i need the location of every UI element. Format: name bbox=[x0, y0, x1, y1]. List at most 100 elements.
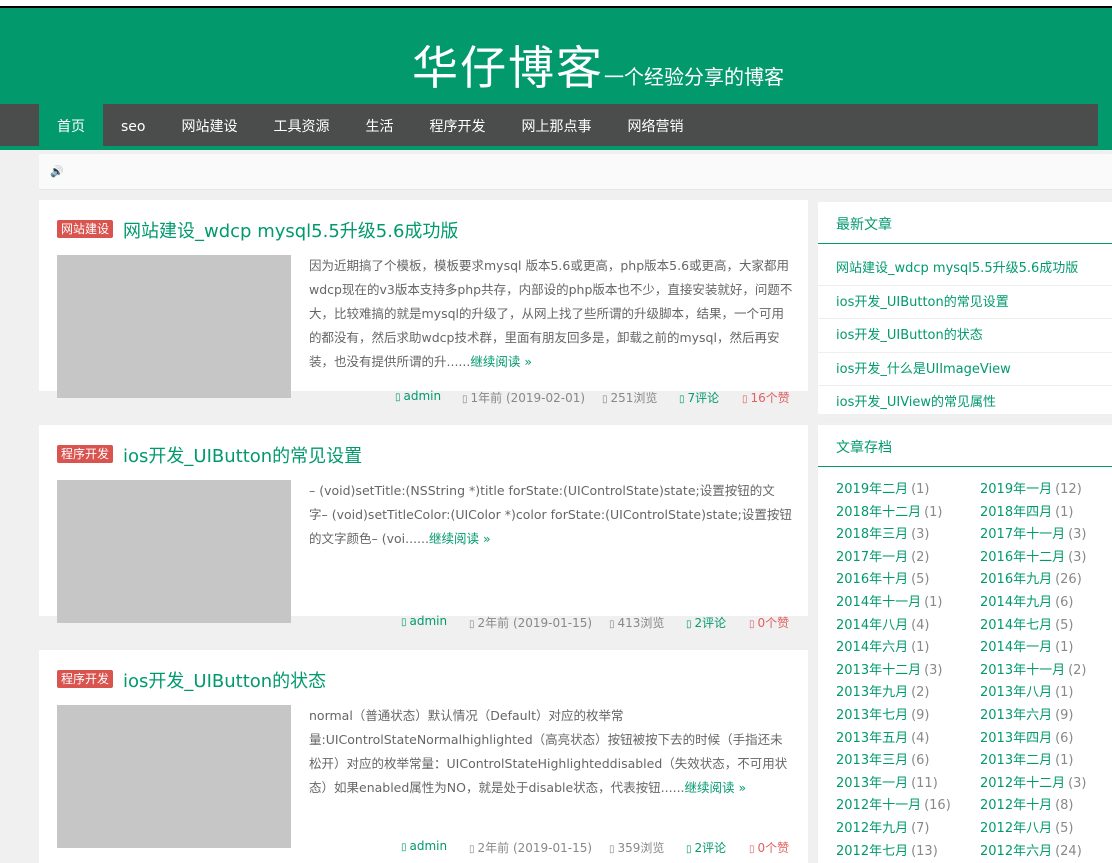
archive-item[interactable]: 2012年十月 (8) bbox=[980, 795, 1112, 818]
post-likes[interactable]: ▯ 16个赞 bbox=[742, 389, 790, 405]
post-comments[interactable]: ▯ 2评论 bbox=[686, 614, 726, 630]
post-date: ▯ 2年前 (2019-01-15) bbox=[469, 841, 593, 855]
archive-item[interactable]: 2016年十二月 (3) bbox=[980, 547, 1112, 570]
archive-item[interactable]: 2019年二月 (1) bbox=[836, 479, 980, 502]
category-badge[interactable]: 网站建设 bbox=[57, 220, 114, 238]
archive-count: (5) bbox=[1055, 617, 1074, 633]
archive-item[interactable]: 2013年十一月 (2) bbox=[980, 660, 1112, 683]
archive-item[interactable]: 2013年六月 (9) bbox=[980, 705, 1112, 728]
post-author[interactable]: ▯ admin bbox=[395, 389, 441, 405]
user-icon: ▯ bbox=[401, 617, 407, 628]
nav-item-web-building[interactable]: 网站建设 bbox=[163, 104, 255, 150]
archive-item[interactable]: 2018年四月 (1) bbox=[980, 502, 1112, 525]
read-more-link[interactable]: 继续阅读 » bbox=[470, 354, 532, 369]
post-comments[interactable]: ▯ 7评论 bbox=[679, 389, 719, 405]
nav-item-home[interactable]: 首页 bbox=[39, 104, 103, 150]
recent-post-link[interactable]: ios开发_UIButton的常见设置 bbox=[818, 286, 1112, 319]
archive-item[interactable]: 2014年一月 (1) bbox=[980, 637, 1112, 660]
archive-count: (5) bbox=[1055, 820, 1074, 836]
archive-item[interactable]: 2013年十二月 (3) bbox=[836, 660, 980, 683]
post-views: ▯ 413浏览 bbox=[609, 616, 665, 630]
archive-month: 2019年二月 bbox=[836, 482, 909, 497]
post-title[interactable]: 网站建设_wdcp mysql5.5升级5.6成功版 bbox=[123, 217, 458, 243]
archive-count: (6) bbox=[1055, 594, 1074, 610]
nav-item-seo[interactable]: seo bbox=[103, 104, 163, 150]
archive-item[interactable]: 2013年八月 (1) bbox=[980, 682, 1112, 705]
archive-item[interactable]: 2018年三月 (3) bbox=[836, 524, 980, 547]
post-date: ▯ 2年前 (2019-01-15) bbox=[469, 616, 593, 630]
archive-month: 2013年二月 bbox=[980, 753, 1053, 769]
excerpt-text: – (void)setTitle:(NSString *)title forSt… bbox=[309, 483, 792, 546]
archive-count: (9) bbox=[1055, 707, 1074, 723]
archive-item[interactable]: 2014年十一月 (1) bbox=[836, 592, 980, 615]
archive-month: 2012年十月 bbox=[980, 798, 1053, 814]
user-icon: ▯ bbox=[401, 842, 407, 853]
post-thumbnail[interactable] bbox=[57, 705, 291, 848]
archive-item[interactable]: 2014年九月 (6) bbox=[980, 592, 1112, 615]
recent-post-link[interactable]: ios开发_什么是UIImageView bbox=[818, 353, 1112, 386]
archive-month: 2014年十一月 bbox=[836, 594, 922, 610]
archive-item[interactable]: 2013年九月 (2) bbox=[836, 682, 980, 705]
archive-item[interactable]: 2014年七月 (5) bbox=[980, 615, 1112, 638]
post-likes[interactable]: ▯ 0个赞 bbox=[749, 839, 789, 855]
archive-item[interactable]: 2019年一月 (12) bbox=[980, 479, 1112, 502]
post-thumbnail[interactable] bbox=[57, 480, 291, 623]
archive-item[interactable]: 2013年七月 (9) bbox=[836, 705, 980, 728]
post-author[interactable]: ▯ admin bbox=[401, 839, 447, 855]
archive-item[interactable]: 2012年十一月 (16) bbox=[836, 795, 980, 818]
archive-count: (16) bbox=[924, 798, 951, 814]
archive-item[interactable]: 2014年八月 (4) bbox=[836, 615, 980, 638]
clock-icon: ▯ bbox=[469, 844, 475, 855]
archive-item[interactable]: 2013年四月 (6) bbox=[980, 728, 1112, 751]
category-badge[interactable]: 程序开发 bbox=[57, 445, 114, 463]
comment-icon: ▯ bbox=[686, 844, 692, 855]
archive-count: (2) bbox=[911, 549, 930, 565]
archive-item[interactable]: 2017年十一月 (3) bbox=[980, 524, 1112, 547]
archive-item[interactable]: 2016年九月 (26) bbox=[980, 569, 1112, 592]
archive-item[interactable]: 2013年三月 (6) bbox=[836, 750, 980, 773]
archive-month: 2013年十一月 bbox=[980, 662, 1066, 678]
archive-item[interactable]: 2012年八月 (5) bbox=[980, 818, 1112, 841]
post-title[interactable]: ios开发_UIButton的状态 bbox=[123, 667, 326, 693]
archive-item[interactable]: 2012年六月 (24) bbox=[980, 841, 1112, 863]
archive-item[interactable]: 2013年二月 (1) bbox=[980, 750, 1112, 773]
archive-item[interactable]: 2018年十二月 (1) bbox=[836, 502, 980, 525]
archive-count: (3) bbox=[1068, 527, 1087, 543]
recent-post-link[interactable]: 网站建设_wdcp mysql5.5升级5.6成功版 bbox=[818, 252, 1112, 286]
post-author[interactable]: ▯ admin bbox=[401, 614, 447, 630]
archive-month: 2016年十二月 bbox=[980, 549, 1066, 565]
recent-post-link[interactable]: ios开发_UIButton的状态 bbox=[818, 319, 1112, 353]
archive-count: (2) bbox=[911, 685, 930, 701]
recent-post-link[interactable]: ios开发_UIView的常见属性 bbox=[818, 386, 1112, 420]
archive-item[interactable]: 2014年六月 (1) bbox=[836, 637, 980, 660]
post-thumbnail[interactable] bbox=[57, 255, 291, 398]
nav-edge bbox=[1098, 104, 1112, 150]
nav-item-online[interactable]: 网上那点事 bbox=[503, 104, 609, 150]
archive-month: 2012年九月 bbox=[836, 820, 909, 836]
post-title[interactable]: ios开发_UIButton的常见设置 bbox=[123, 442, 362, 468]
post-comments[interactable]: ▯ 2评论 bbox=[686, 839, 726, 855]
read-more-link[interactable]: 继续阅读 » bbox=[685, 780, 747, 795]
archive-count: (6) bbox=[911, 753, 930, 769]
archive-item[interactable]: 2012年十二月 (3) bbox=[980, 773, 1112, 796]
archive-item[interactable]: 2012年七月 (13) bbox=[836, 841, 980, 863]
archive-item[interactable]: 2017年一月 (2) bbox=[836, 547, 980, 570]
archive-item[interactable]: 2012年九月 (7) bbox=[836, 818, 980, 841]
archive-month: 2012年十一月 bbox=[836, 798, 922, 814]
archive-count: (1) bbox=[1055, 504, 1074, 520]
archive-item[interactable]: 2013年五月 (4) bbox=[836, 728, 980, 751]
read-more-link[interactable]: 继续阅读 » bbox=[429, 531, 491, 546]
post-excerpt: normal（普通状态）默认情况（Default）对应的枚举常量:UIContr… bbox=[309, 704, 793, 800]
archive-item[interactable]: 2013年一月 (11) bbox=[836, 773, 980, 796]
site-brand[interactable]: 华仔博客一个经验分享的博客 bbox=[412, 32, 784, 98]
nav-item-programming[interactable]: 程序开发 bbox=[411, 104, 503, 150]
post-likes[interactable]: ▯ 0个赞 bbox=[749, 614, 789, 630]
archive-item[interactable]: 2016年十月 (5) bbox=[836, 569, 980, 592]
nav-item-life[interactable]: 生活 bbox=[347, 104, 411, 150]
nav-item-tools[interactable]: 工具资源 bbox=[255, 104, 347, 150]
archive-month: 2017年十一月 bbox=[980, 527, 1066, 543]
archive-count: (5) bbox=[911, 572, 930, 588]
post-excerpt: 因为近期搞了个模板，模板要求mysql 版本5.6或更高，php版本5.6或更高… bbox=[309, 254, 793, 374]
category-badge[interactable]: 程序开发 bbox=[57, 670, 114, 688]
nav-item-marketing[interactable]: 网络营销 bbox=[609, 104, 701, 150]
